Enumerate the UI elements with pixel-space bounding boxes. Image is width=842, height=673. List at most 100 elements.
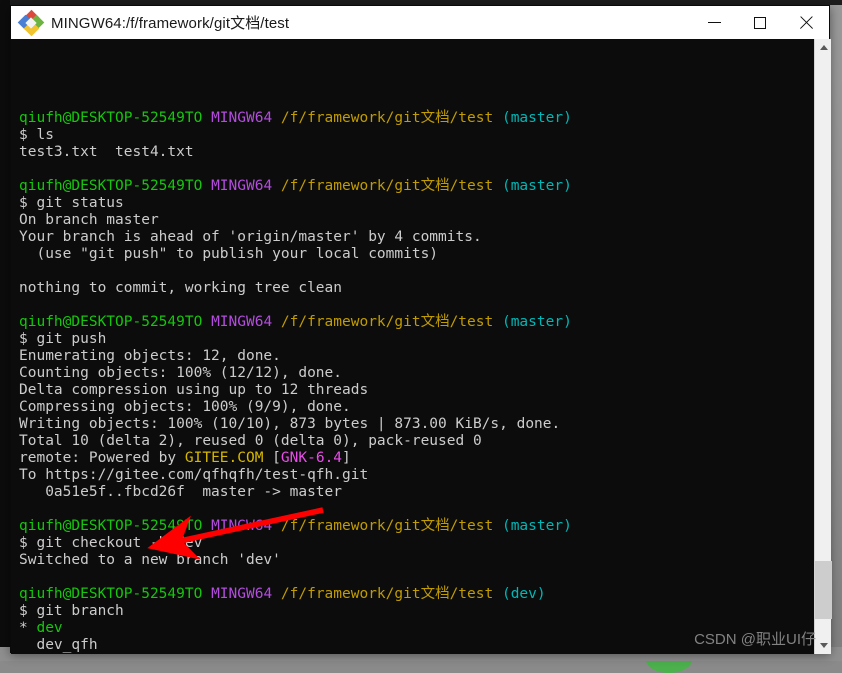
terminal-output[interactable]: qiufh@DESKTOP-52549TO MINGW64 /f/framewo… [11, 39, 814, 654]
scrollbar-thumb[interactable] [815, 561, 832, 619]
prompt-shell: MINGW64 [211, 178, 272, 194]
output-text: 0a51e5f..fbcd26f master -> master [19, 484, 342, 500]
prompt-branch: (master) [502, 518, 572, 534]
command-text: $ git branch [19, 603, 124, 619]
output-text: Total 10 (delta 2), reused 0 (delta 0), … [19, 433, 482, 449]
prompt-path: /f/framework/git文档/test [281, 518, 493, 534]
output-text: Counting objects: 100% (12/12), done. [19, 365, 342, 381]
terminal-prompt-line: qiufh@DESKTOP-52549TO MINGW64 /f/framewo… [19, 314, 814, 331]
prompt-path: /f/framework/git文档/test [281, 314, 493, 330]
branch-name-current: dev [36, 620, 62, 636]
output-text: Your branch is ahead of 'origin/master' … [19, 229, 482, 245]
prompt-space [493, 518, 502, 534]
terminal-area[interactable]: qiufh@DESKTOP-52549TO MINGW64 /f/framewo… [11, 39, 831, 654]
terminal-prompt-line: qiufh@DESKTOP-52549TO MINGW64 /f/framewo… [19, 518, 814, 535]
terminal-command-line: $ ls [19, 127, 814, 144]
prompt-user-host: qiufh@DESKTOP-52549TO [19, 314, 202, 330]
output-text: nothing to commit, working tree clean [19, 280, 342, 296]
output-text: To https://gitee.com/qfhqfh/test-qfh.git [19, 467, 368, 483]
output-text: On branch master [19, 212, 159, 228]
prompt-space [202, 110, 211, 126]
prompt-space [272, 110, 281, 126]
prompt-user-host: qiufh@DESKTOP-52549TO [19, 518, 202, 534]
prompt-branch: (master) [502, 110, 572, 126]
terminal-scrollbar[interactable] [814, 39, 831, 654]
prompt-space [493, 586, 502, 602]
output-text: Compressing objects: 100% (9/9), done. [19, 399, 351, 415]
maximize-button[interactable] [737, 6, 783, 39]
prompt-space [493, 110, 502, 126]
background-left-terminal-strip [0, 0, 10, 661]
branch-star: * [19, 620, 36, 636]
mintty-terminal-window[interactable]: MINGW64:/f/framework/git文档/test qiufh@DE… [10, 5, 830, 653]
prompt-user-host: qiufh@DESKTOP-52549TO [19, 586, 202, 602]
command-text: $ git checkout -b dev [19, 535, 202, 551]
terminal-command-line: $ git push [19, 331, 814, 348]
prompt-user-host: qiufh@DESKTOP-52549TO [19, 110, 202, 126]
git-bash-diamond-icon [20, 12, 42, 34]
output-text: Writing objects: 100% (10/10), 873 bytes… [19, 416, 560, 432]
csdn-watermark: CSDN @职业UI仔 [694, 628, 816, 649]
terminal-prompt-line: qiufh@DESKTOP-52549TO MINGW64 /f/framewo… [19, 110, 814, 127]
terminal-blank-line [19, 501, 814, 518]
terminal-command-line: $ git status [19, 195, 814, 212]
terminal-remote-line: remote: Powered by GITEE.COM [GNK-6.4] [19, 450, 814, 467]
terminal-output-line: Delta compression using up to 12 threads [19, 382, 814, 399]
terminal-output-line: test3.txt test4.txt [19, 144, 814, 161]
prompt-branch: (dev) [502, 586, 546, 602]
remote-tag: GNK-6.4 [281, 450, 342, 466]
output-text: (use "git push" to publish your local co… [19, 246, 438, 262]
terminal-output-line: On branch master [19, 212, 814, 229]
minimize-button[interactable] [691, 6, 737, 39]
prompt-space [272, 178, 281, 194]
prompt-path: /f/framework/git文档/test [281, 586, 493, 602]
terminal-output-line: Your branch is ahead of 'origin/master' … [19, 229, 814, 246]
terminal-blank-line [19, 263, 814, 280]
prompt-shell: MINGW64 [211, 314, 272, 330]
terminal-output-line: Switched to a new branch 'dev' [19, 552, 814, 569]
window-title: MINGW64:/f/framework/git文档/test [51, 12, 289, 33]
terminal-blank-line [19, 161, 814, 178]
terminal-prompt-line: qiufh@DESKTOP-52549TO MINGW64 /f/framewo… [19, 586, 814, 603]
terminal-output-line: Counting objects: 100% (12/12), done. [19, 365, 814, 382]
scroll-down-arrow-icon[interactable] [815, 637, 832, 654]
prompt-space [202, 518, 211, 534]
close-button[interactable] [783, 6, 829, 39]
terminal-blank-line [19, 297, 814, 314]
prompt-space [272, 314, 281, 330]
window-titlebar[interactable]: MINGW64:/f/framework/git文档/test [11, 6, 829, 39]
window-controls[interactable] [691, 6, 829, 39]
output-text: test3.txt test4.txt [19, 144, 194, 160]
terminal-blank-line [19, 569, 814, 586]
output-text: dev_qfh [19, 637, 98, 653]
command-text: $ git status [19, 195, 124, 211]
prompt-shell: MINGW64 [211, 110, 272, 126]
prompt-space [272, 518, 281, 534]
terminal-output-line: Compressing objects: 100% (9/9), done. [19, 399, 814, 416]
remote-prefix: remote: Powered by [19, 450, 185, 466]
output-text: Delta compression using up to 12 threads [19, 382, 368, 398]
prompt-space [202, 178, 211, 194]
remote-host: GITEE.COM [185, 450, 264, 466]
terminal-output-line: 0a51e5f..fbcd26f master -> master [19, 484, 814, 501]
prompt-branch: (master) [502, 178, 572, 194]
command-text: $ git push [19, 331, 106, 347]
output-text: Enumerating objects: 12, done. [19, 348, 281, 364]
prompt-branch: (master) [502, 314, 572, 330]
prompt-shell: MINGW64 [211, 586, 272, 602]
prompt-user-host: qiufh@DESKTOP-52549TO [19, 178, 202, 194]
scroll-up-arrow-icon[interactable] [815, 39, 832, 56]
output-text: Switched to a new branch 'dev' [19, 552, 281, 568]
command-text: $ ls [19, 127, 54, 143]
remote-mid: [ [263, 450, 280, 466]
remote-suffix: ] [342, 450, 351, 466]
prompt-space [272, 586, 281, 602]
prompt-space [493, 314, 502, 330]
terminal-output-line: (use "git push" to publish your local co… [19, 246, 814, 263]
terminal-output-line: Total 10 (delta 2), reused 0 (delta 0), … [19, 433, 814, 450]
prompt-shell: MINGW64 [211, 518, 272, 534]
prompt-space [202, 586, 211, 602]
terminal-output-line: nothing to commit, working tree clean [19, 280, 814, 297]
prompt-path: /f/framework/git文档/test [281, 178, 493, 194]
prompt-path: /f/framework/git文档/test [281, 110, 493, 126]
